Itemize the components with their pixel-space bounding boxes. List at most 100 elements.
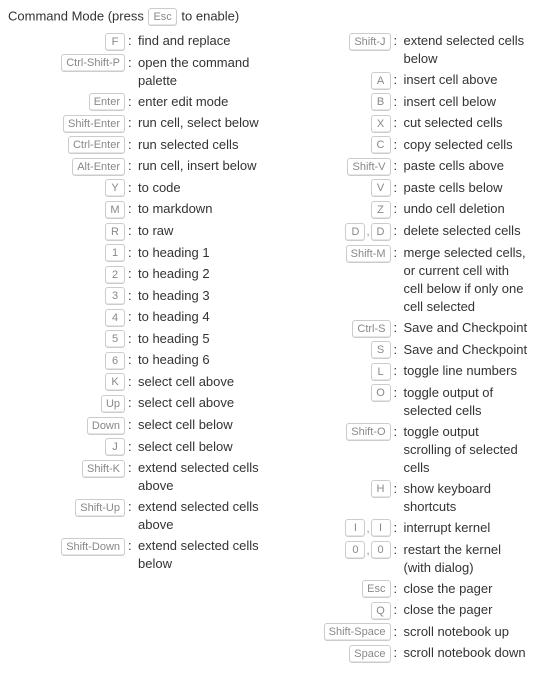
shortcut-keys: Q — [274, 601, 392, 620]
colon-separator: : — [392, 644, 404, 662]
shortcut-row: Space:scroll notebook down — [274, 644, 530, 663]
shortcut-row: Esc:close the pager — [274, 580, 530, 599]
shortcut-row: 2:to heading 2 — [8, 265, 264, 284]
key-icon: M — [105, 201, 125, 219]
shortcut-row: X:cut selected cells — [274, 114, 530, 133]
shortcut-row: 4:to heading 4 — [8, 308, 264, 327]
colon-separator: : — [392, 244, 404, 262]
key-icon: F — [105, 33, 125, 51]
colon-separator: : — [126, 54, 138, 72]
shortcut-row: Ctrl-Shift-P:open the command palette — [8, 54, 264, 90]
shortcut-desc: extend selected cells above — [138, 459, 264, 495]
shortcut-col-right: Shift-J:extend selected cells belowA:ins… — [274, 32, 530, 666]
shortcut-keys: 0,0 — [274, 541, 392, 560]
shortcut-desc: merge selected cells, or current cell wi… — [404, 244, 530, 316]
colon-separator: : — [392, 623, 404, 641]
key-icon: 6 — [105, 352, 125, 370]
key-icon: B — [371, 93, 391, 111]
shortcut-desc: restart the kernel (with dialog) — [404, 541, 530, 577]
shortcut-keys: R — [8, 222, 126, 241]
key-icon: Q — [371, 602, 391, 620]
key-icon: Shift-K — [82, 460, 125, 478]
shortcut-row: 5:to heading 5 — [8, 330, 264, 349]
colon-separator: : — [392, 541, 404, 559]
shortcut-keys: 4 — [8, 308, 126, 327]
shortcut-desc: to code — [138, 179, 264, 197]
shortcut-keys: Enter — [8, 93, 126, 112]
key-icon: K — [105, 373, 125, 391]
key-icon: Shift-Up — [75, 499, 125, 517]
shortcut-row: Ctrl-S:Save and Checkpoint — [274, 319, 530, 338]
colon-separator: : — [126, 351, 138, 369]
key-icon: Y — [105, 179, 125, 197]
shortcut-row: A:insert cell above — [274, 71, 530, 90]
shortcut-row: Shift-M:merge selected cells, or current… — [274, 244, 530, 316]
key-icon: D — [345, 223, 365, 241]
shortcut-keys: M — [8, 200, 126, 219]
shortcut-desc: insert cell above — [404, 71, 530, 89]
shortcut-row: Up:select cell above — [8, 394, 264, 413]
shortcut-row: 0,0:restart the kernel (with dialog) — [274, 541, 530, 577]
shortcut-keys: 2 — [8, 265, 126, 284]
shortcut-keys: Shift-K — [8, 459, 126, 478]
mode-heading: Command Mode (press Esc to enable) — [8, 8, 529, 26]
shortcut-keys: Esc — [274, 580, 392, 599]
colon-separator: : — [126, 308, 138, 326]
shortcut-row: Q:close the pager — [274, 601, 530, 620]
shortcut-keys: Shift-O — [274, 423, 392, 442]
key-icon: J — [105, 438, 125, 456]
heading-suffix: to enable) — [178, 8, 239, 23]
shortcut-desc: extend selected cells below — [404, 32, 530, 68]
shortcut-keys: Ctrl-S — [274, 319, 392, 338]
shortcut-keys: Space — [274, 644, 392, 663]
shortcut-row: C:copy selected cells — [274, 136, 530, 155]
key-separator: , — [366, 226, 369, 238]
shortcut-keys: O — [274, 384, 392, 403]
shortcut-row: M:to markdown — [8, 200, 264, 219]
shortcut-keys: J — [8, 438, 126, 457]
shortcut-keys: Shift-J — [274, 32, 392, 51]
key-icon: Shift-V — [347, 158, 390, 176]
shortcut-desc: toggle output of selected cells — [404, 384, 530, 420]
shortcut-desc: close the pager — [404, 580, 530, 598]
shortcut-keys: L — [274, 362, 392, 381]
shortcut-desc: to heading 3 — [138, 287, 264, 305]
key-icon: 0 — [345, 541, 365, 559]
key-icon: 3 — [105, 287, 125, 305]
shortcut-row: Enter:enter edit mode — [8, 93, 264, 112]
shortcut-row: J:select cell below — [8, 438, 264, 457]
key-icon: Alt-Enter — [72, 158, 125, 176]
key-icon: C — [371, 136, 391, 154]
shortcut-desc: to markdown — [138, 200, 264, 218]
shortcut-row: K:select cell above — [8, 373, 264, 392]
shortcut-desc: to heading 5 — [138, 330, 264, 348]
shortcut-keys: V — [274, 179, 392, 198]
shortcut-keys: A — [274, 71, 392, 90]
key-separator: , — [366, 523, 369, 535]
colon-separator: : — [126, 394, 138, 412]
colon-separator: : — [392, 179, 404, 197]
shortcut-desc: copy selected cells — [404, 136, 530, 154]
shortcut-desc: run cell, select below — [138, 114, 264, 132]
shortcut-desc: paste cells above — [404, 157, 530, 175]
colon-separator: : — [126, 459, 138, 477]
shortcut-row: Shift-Space:scroll notebook up — [274, 623, 530, 642]
key-icon: Shift-Down — [61, 538, 125, 556]
colon-separator: : — [126, 157, 138, 175]
shortcut-keys: Z — [274, 200, 392, 219]
shortcut-keys: Shift-Space — [274, 623, 392, 642]
shortcut-keys: K — [8, 373, 126, 392]
colon-separator: : — [126, 93, 138, 111]
shortcut-desc: open the command palette — [138, 54, 264, 90]
shortcut-keys: Shift-Enter — [8, 114, 126, 133]
shortcut-keys: Ctrl-Shift-P — [8, 54, 126, 73]
colon-separator: : — [126, 373, 138, 391]
shortcut-row: V:paste cells below — [274, 179, 530, 198]
shortcut-desc: cut selected cells — [404, 114, 530, 132]
colon-separator: : — [392, 222, 404, 240]
key-icon: 0 — [371, 541, 391, 559]
shortcut-desc: to raw — [138, 222, 264, 240]
colon-separator: : — [126, 200, 138, 218]
key-icon: Ctrl-S — [352, 320, 390, 338]
key-icon: L — [371, 363, 391, 381]
